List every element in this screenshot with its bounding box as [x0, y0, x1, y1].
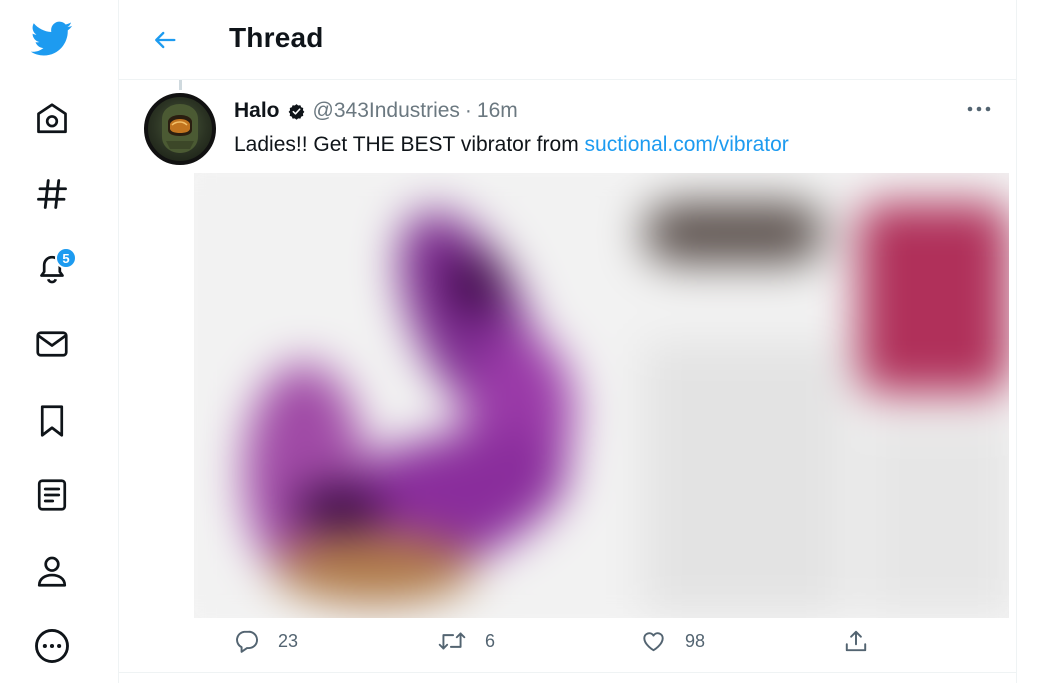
twitter-logo-icon	[31, 21, 73, 56]
share-button[interactable]	[843, 624, 869, 658]
reply-icon	[236, 630, 258, 653]
tweet-text: Ladies!! Get THE BEST vibrator from suct…	[234, 133, 789, 157]
back-button[interactable]	[143, 18, 187, 62]
home-icon	[37, 103, 67, 134]
tweet-text-body: Ladies!! Get THE BEST vibrator from	[234, 133, 585, 156]
display-name[interactable]: Halo	[234, 99, 280, 123]
reply-button[interactable]: 23	[234, 624, 298, 658]
nav-rail: 5	[0, 0, 104, 683]
like-button[interactable]: 98	[640, 624, 705, 658]
tweet-timestamp[interactable]: 16m	[477, 99, 518, 123]
separator-dot: ·	[464, 99, 472, 122]
tweet-header: Halo @343Industries · 16m	[234, 97, 518, 125]
twitter-logo-button[interactable]	[26, 13, 78, 65]
tweet-link[interactable]: suctional.com/vibrator	[585, 133, 789, 156]
page-header: Thread	[119, 0, 1016, 80]
nav-home[interactable]	[26, 93, 78, 145]
blurred-media-content	[194, 173, 1009, 618]
more-circle-icon	[35, 629, 69, 663]
tweet-actions-bar: 23 6 98	[119, 618, 1016, 663]
thread-connector-line	[179, 80, 182, 90]
main-column: Thread Halo @343Industries · 16m Ladies!…	[118, 0, 1017, 683]
page-title: Thread	[229, 22, 324, 53]
verified-badge-icon	[288, 103, 305, 120]
user-handle[interactable]: @343Industries	[313, 99, 460, 123]
hashtag-icon	[37, 179, 67, 209]
list-icon	[37, 479, 67, 511]
nav-profile[interactable]	[26, 545, 78, 597]
like-count: 98	[685, 630, 706, 651]
more-horizontal-icon	[967, 106, 991, 112]
nav-explore[interactable]	[26, 168, 78, 220]
retweet-icon	[438, 632, 466, 650]
reply-count: 23	[278, 630, 299, 651]
nav-lists[interactable]	[26, 469, 78, 521]
tweet-media-image[interactable]	[194, 173, 1009, 618]
nav-messages[interactable]	[26, 318, 78, 370]
arrow-left-icon	[155, 31, 176, 49]
helmet-avatar-icon	[162, 104, 198, 153]
more-options-button[interactable]	[957, 94, 1001, 124]
tweet-divider	[119, 672, 1016, 673]
avatar[interactable]	[144, 93, 216, 165]
mail-icon	[36, 331, 68, 357]
bookmark-icon	[40, 405, 64, 437]
nav-bookmarks[interactable]	[26, 395, 78, 447]
nav-notifications[interactable]: 5	[26, 242, 78, 294]
retweet-count: 6	[485, 630, 496, 651]
app-root: 5 Thread Halo @343Industries · 16m Ladie…	[0, 0, 1048, 683]
nav-more[interactable]	[26, 620, 78, 672]
notification-count-badge: 5	[55, 247, 77, 269]
heart-icon	[643, 632, 664, 652]
share-icon	[845, 630, 867, 652]
retweet-button[interactable]: 6	[437, 624, 495, 658]
profile-icon	[37, 556, 67, 587]
